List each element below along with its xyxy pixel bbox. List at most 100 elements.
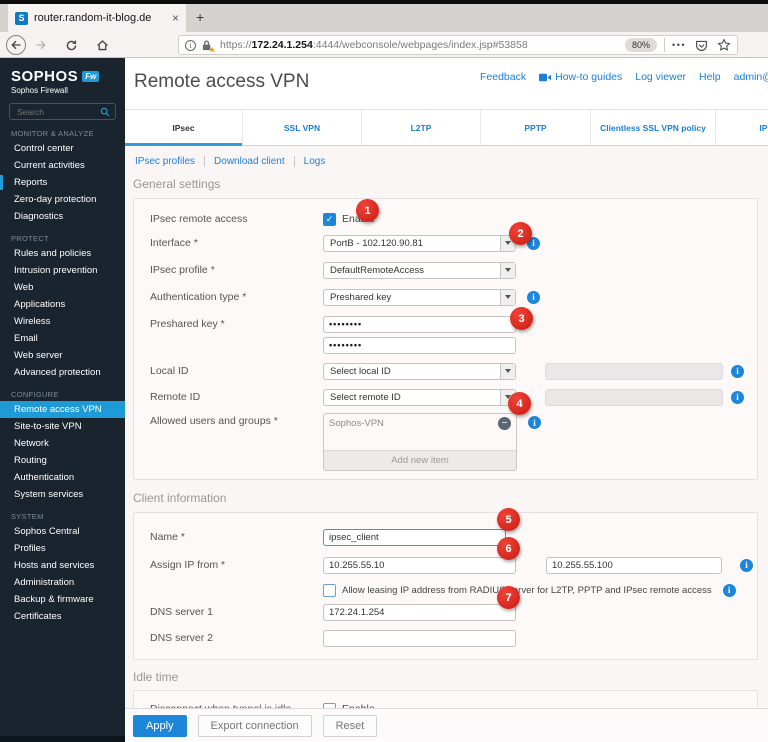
sidebar-item-control-center[interactable]: Control center (0, 140, 125, 157)
apply-button[interactable]: Apply (133, 714, 187, 737)
sidebar-item-web-server[interactable]: Web server (0, 347, 125, 364)
sidebar-item-site-to-site-vpn[interactable]: Site-to-site VPN (0, 418, 125, 435)
urlbar-divider (664, 38, 666, 52)
sidebar-item-zero-day-protection[interactable]: Zero-day protection (0, 191, 125, 208)
remote-id-select[interactable]: Select remote ID (323, 388, 516, 406)
sidebar-item-wireless[interactable]: Wireless (0, 313, 125, 330)
subnav: IPsec profiles Download client Logs (125, 146, 768, 176)
assign-ip-from-input[interactable] (323, 556, 516, 574)
tab-ipsec[interactable]: IPsec (125, 110, 242, 146)
ipsec-enable-checkbox[interactable]: ✓ (323, 212, 336, 226)
remove-item-icon[interactable]: − (498, 417, 511, 430)
sidebar-item-sophos-central[interactable]: Sophos Central (0, 523, 125, 540)
sidebar-item-reports[interactable]: Reports (0, 174, 125, 191)
pocket-icon[interactable] (695, 39, 708, 52)
sidebar-item-system-services[interactable]: System services (0, 486, 125, 503)
tab-ipsec-profiles[interactable]: IPsec (715, 110, 768, 145)
dns-server-1-label: DNS server 1 (150, 606, 214, 618)
insecure-lock-warning-icon[interactable] (201, 39, 215, 52)
sidebar-search[interactable] (9, 103, 116, 120)
radius-leasing-checkbox[interactable] (323, 583, 336, 597)
allowed-users-listbox: Sophos-VPN − Add new item (323, 413, 517, 471)
preshared-key-confirm-input[interactable] (323, 336, 516, 354)
home-button[interactable] (92, 35, 112, 55)
tab-clientless-ssl-vpn-policy[interactable]: Clientless SSL VPN policy (590, 110, 715, 145)
download-client-link[interactable]: Download client (214, 156, 285, 167)
home-icon (96, 39, 108, 50)
subnav-divider (293, 155, 295, 167)
client-information-heading: Client information (133, 491, 227, 505)
admin-account-link[interactable]: admin@router.rand (734, 71, 768, 83)
assign-ip-to-input[interactable] (546, 556, 722, 574)
sidebar: SOPHOS Fw Sophos Firewall MONITOR & ANAL… (0, 58, 125, 742)
step-badge-4: 4 (508, 392, 531, 415)
interface-select[interactable]: PortB - 102.120.90.81 (323, 234, 516, 252)
tab-close-icon[interactable]: × (172, 11, 179, 25)
sidebar-item-hosts-and-services[interactable]: Hosts and services (0, 557, 125, 574)
sophos-logo: SOPHOS (11, 68, 79, 85)
sidebar-item-certificates[interactable]: Certificates (0, 608, 125, 625)
sidebar-item-advanced-protection[interactable]: Advanced protection (0, 364, 125, 381)
client-name-input[interactable] (323, 528, 506, 546)
preshared-key-input[interactable] (323, 315, 516, 333)
sidebar-item-profiles[interactable]: Profiles (0, 540, 125, 557)
radius-leasing-info-icon[interactable]: i (722, 583, 736, 597)
preshared-key-label: Preshared key * (150, 318, 225, 330)
sidebar-item-applications[interactable]: Applications (0, 296, 125, 313)
export-connection-button[interactable]: Export connection (197, 714, 312, 737)
browser-tab[interactable]: S router.random-it-blog.de × (8, 4, 186, 32)
sidebar-item-remote-access-vpn[interactable]: Remote access VPN (0, 401, 125, 418)
zoom-level-badge[interactable]: 80% (625, 38, 658, 52)
help-link[interactable]: Help (699, 71, 721, 83)
forward-button[interactable] (31, 35, 51, 55)
auth-type-select[interactable]: Preshared key (323, 288, 516, 306)
local-id-value: Select local ID (330, 365, 391, 377)
back-button[interactable] (6, 35, 26, 55)
ipsec-profiles-link[interactable]: IPsec profiles (135, 156, 195, 167)
url-bar[interactable]: i https://172.24.1.254:4444/webconsole/w… (178, 35, 738, 55)
dropdown-arrow-icon (500, 262, 515, 278)
sidebar-item-current-activities[interactable]: Current activities (0, 157, 125, 174)
tab-pptp[interactable]: PPTP (480, 110, 590, 145)
local-id-select[interactable]: Select local ID (323, 362, 516, 380)
dns-server-1-input[interactable] (323, 603, 516, 621)
sidebar-item-backup-firmware[interactable]: Backup & firmware (0, 591, 125, 608)
sidebar-item-rules-and-policies[interactable]: Rules and policies (0, 245, 125, 262)
logs-link[interactable]: Logs (304, 156, 326, 167)
auth-type-info-icon[interactable]: i (527, 290, 540, 304)
forward-arrow-icon (36, 40, 46, 50)
local-id-info-icon[interactable]: i (731, 364, 744, 378)
sidebar-item-administration[interactable]: Administration (0, 574, 125, 591)
dropdown-arrow-icon (500, 289, 515, 305)
how-to-guides-link[interactable]: How-to guides (539, 71, 622, 83)
allowed-users-info-icon[interactable]: i (528, 416, 541, 429)
reset-button[interactable]: Reset (322, 714, 378, 737)
allowed-users-item[interactable]: Sophos-VPN − (324, 414, 516, 433)
page-info-icon[interactable]: i (185, 39, 196, 51)
assign-ip-info-icon[interactable]: i (740, 558, 753, 572)
sidebar-item-routing[interactable]: Routing (0, 452, 125, 469)
log-viewer-link[interactable]: Log viewer (635, 71, 686, 83)
dns-server-2-input[interactable] (323, 629, 516, 647)
bookmark-star-icon[interactable] (717, 38, 731, 52)
search-input[interactable] (15, 105, 100, 118)
tab-l2tp[interactable]: L2TP (361, 110, 480, 145)
interface-label: Interface * (150, 237, 198, 249)
sidebar-item-authentication[interactable]: Authentication (0, 469, 125, 486)
add-new-item-button[interactable]: Add new item (324, 450, 516, 470)
sidebar-item-intrusion-prevention[interactable]: Intrusion prevention (0, 262, 125, 279)
sidebar-item-email[interactable]: Email (0, 330, 125, 347)
sidebar-item-network[interactable]: Network (0, 435, 125, 452)
back-arrow-icon (11, 40, 21, 50)
sidebar-item-diagnostics[interactable]: Diagnostics (0, 208, 125, 225)
feedback-link[interactable]: Feedback (480, 71, 526, 83)
ipsec-profile-select[interactable]: DefaultRemoteAccess (323, 261, 516, 279)
reload-button[interactable] (61, 35, 81, 55)
auth-type-value: Preshared key (330, 291, 392, 303)
remote-id-info-icon[interactable]: i (731, 390, 744, 404)
browser-toolbar: i https://172.24.1.254:4444/webconsole/w… (0, 32, 768, 58)
page-actions-icon[interactable]: ••• (672, 40, 686, 50)
new-tab-button[interactable]: + (196, 9, 204, 25)
tab-ssl-vpn[interactable]: SSL VPN (242, 110, 361, 145)
sidebar-item-web[interactable]: Web (0, 279, 125, 296)
